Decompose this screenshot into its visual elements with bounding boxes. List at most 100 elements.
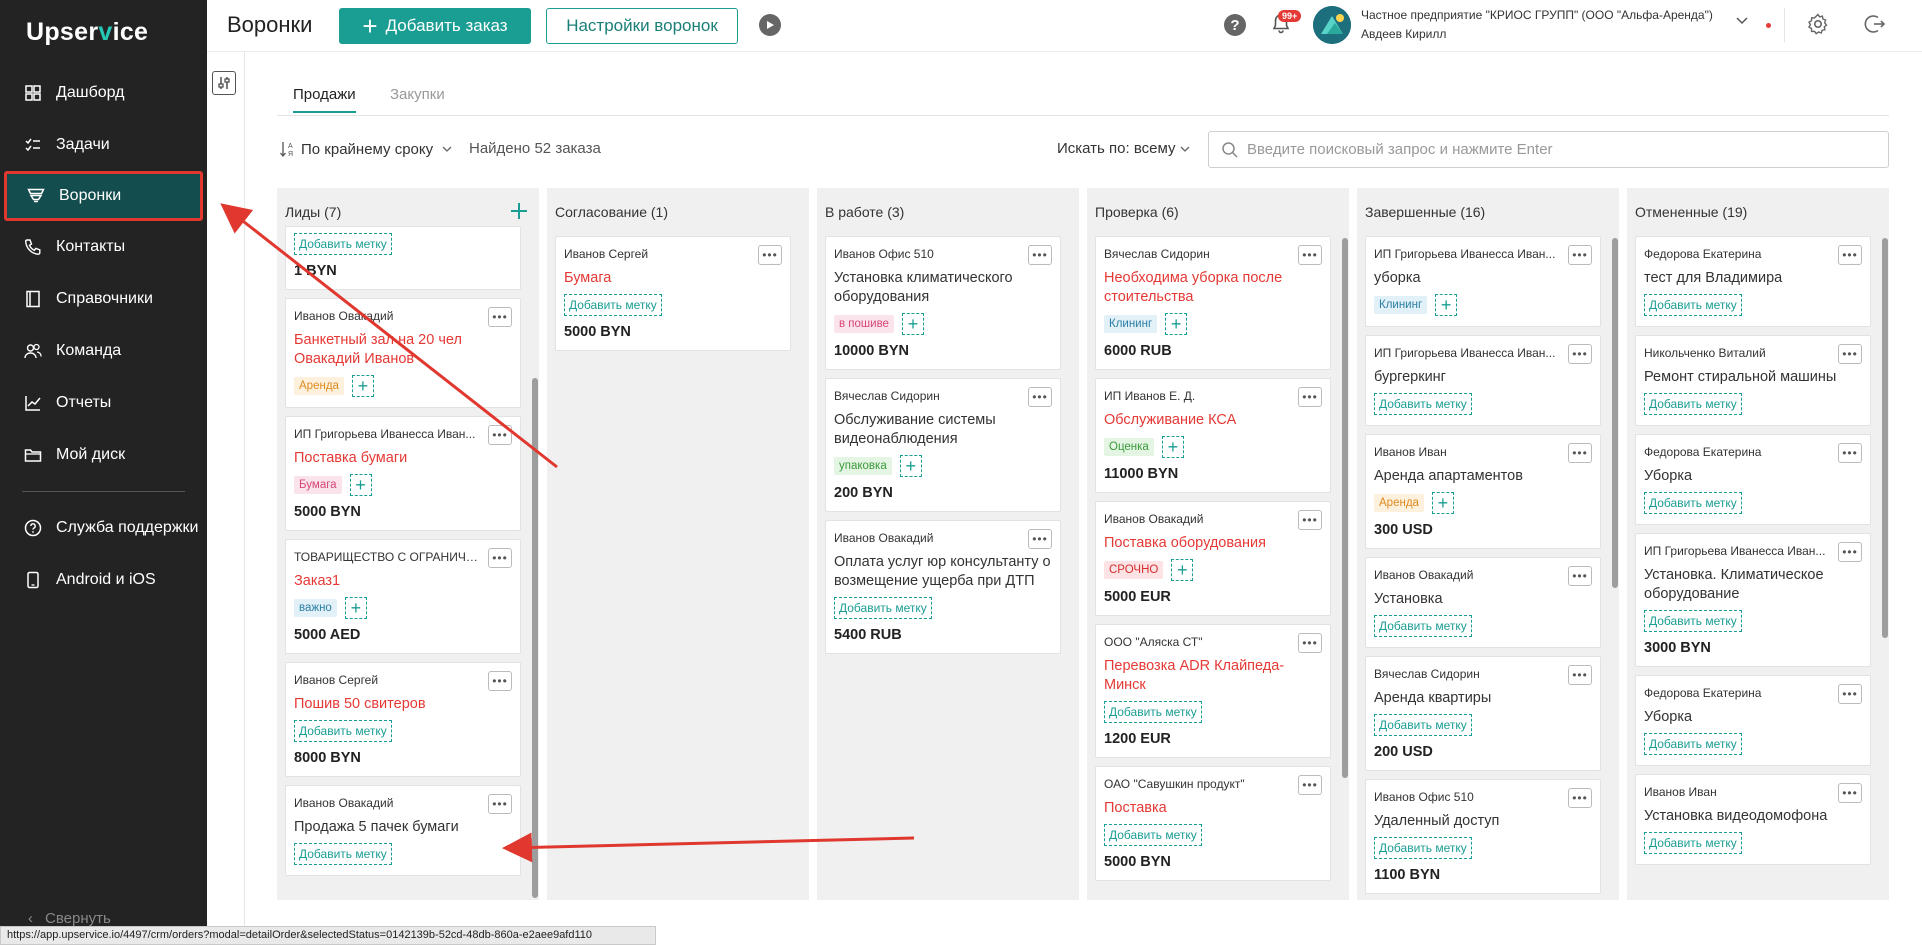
more-options-button[interactable]: ••• xyxy=(488,794,512,814)
more-options-button[interactable]: ••• xyxy=(1568,566,1592,586)
sidebar-item-folder[interactable]: Мой диск xyxy=(0,429,207,481)
add-label-button[interactable]: Добавить метку xyxy=(1374,393,1472,415)
more-options-button[interactable]: ••• xyxy=(1838,542,1862,562)
sidebar-item-phone[interactable]: Контакты xyxy=(0,221,207,273)
add-tag-icon[interactable]: + xyxy=(1165,313,1188,335)
card-title[interactable]: бургеркинг xyxy=(1374,368,1592,387)
order-card[interactable]: ИП Григорьева Иванесса Иван... ••• Установ… xyxy=(1635,533,1871,667)
column-scrollbar[interactable] xyxy=(532,378,538,898)
card-title[interactable]: Продажа 5 пачек бумаги xyxy=(294,818,512,837)
card-tag[interactable]: важно xyxy=(294,599,337,617)
column-scrollbar[interactable] xyxy=(1342,238,1348,778)
card-title[interactable]: Перевозка ADR Клайпеда-Минск xyxy=(1104,657,1322,695)
card-title[interactable]: Уборка xyxy=(1644,708,1862,727)
more-options-button[interactable]: ••• xyxy=(1028,529,1052,549)
search-input[interactable] xyxy=(1247,141,1847,158)
column-scrollbar[interactable] xyxy=(1882,238,1888,638)
card-tag[interactable]: СРОЧНО xyxy=(1104,561,1164,579)
card-title[interactable]: Установка. Климатическое оборудование xyxy=(1644,566,1862,604)
add-card-icon[interactable] xyxy=(509,201,529,221)
card-tag[interactable]: Оценка xyxy=(1104,438,1154,456)
chevron-down-icon[interactable] xyxy=(1735,14,1749,28)
order-card[interactable]: Никольченко Виталий ••• Ремонт стиральной … xyxy=(1635,335,1871,426)
card-tag[interactable]: Клининг xyxy=(1104,315,1158,333)
add-label-button[interactable]: Добавить метку xyxy=(1374,837,1472,859)
column-scrollbar[interactable] xyxy=(1612,238,1618,588)
card-title[interactable]: Обслуживание КСА xyxy=(1104,411,1322,430)
search-box[interactable] xyxy=(1208,131,1889,168)
order-card[interactable]: ОАО "Савушкин продукт" ••• Поставка Добавит… xyxy=(1095,766,1331,881)
sidebar-item-tasks[interactable]: Задачи xyxy=(0,119,207,171)
order-card[interactable]: Иванов Овакадий ••• Продажа 5 пачек бумаги… xyxy=(285,785,521,876)
add-tag-icon[interactable]: + xyxy=(349,474,372,496)
order-card[interactable]: Иванов Офис 510 ••• Удаленный доступ Добави… xyxy=(1365,779,1601,894)
sidebar-item-book[interactable]: Справочники xyxy=(0,273,207,325)
add-tag-icon[interactable]: + xyxy=(344,597,367,619)
card-title[interactable]: Поставка оборудования xyxy=(1104,534,1322,553)
add-tag-icon[interactable]: + xyxy=(901,313,924,335)
card-title[interactable]: Установка климатического оборудования xyxy=(834,269,1052,307)
sidebar-item-grid[interactable]: Дашборд xyxy=(0,67,207,119)
add-tag-icon[interactable]: + xyxy=(351,375,374,397)
card-tag[interactable]: Аренда xyxy=(1374,494,1424,512)
add-label-button[interactable]: Добавить метку xyxy=(1374,615,1472,637)
card-tag[interactable]: Аренда xyxy=(294,377,344,395)
more-options-button[interactable]: ••• xyxy=(1298,387,1322,407)
collapse-button[interactable]: ‹ Свернуть xyxy=(28,910,111,927)
order-card[interactable]: Иванов Иван ••• Аренда апартаментов Аренда +… xyxy=(1365,434,1601,549)
add-label-button[interactable]: Добавить метку xyxy=(1104,701,1202,723)
more-options-button[interactable]: ••• xyxy=(1568,344,1592,364)
order-card[interactable]: ТОВАРИЩЕСТВО С ОГРАНИЧЕ... ••• Заказ1 важно… xyxy=(285,539,521,654)
order-card[interactable]: ИП Григорьева Иванесса Иван... ••• Поставк… xyxy=(285,416,521,531)
order-card[interactable]: Федорова Екатерина ••• Уборка Добавить метк… xyxy=(1635,675,1871,766)
card-title[interactable]: Необходима уборка после стоительства xyxy=(1104,269,1322,307)
card-title[interactable]: Аренда квартиры xyxy=(1374,689,1592,708)
order-card[interactable]: Федорова Екатерина ••• Уборка Добавить метк… xyxy=(1635,434,1871,525)
card-tag[interactable]: упаковка xyxy=(834,457,892,475)
sidebar-item-help-circle[interactable]: Служба поддержки xyxy=(0,502,207,554)
order-card[interactable]: Иванов Офис 510 ••• Установка климатическо… xyxy=(825,236,1061,370)
card-title[interactable]: Уборка xyxy=(1644,467,1862,486)
order-card[interactable]: Вячеслав Сидорин ••• Обслуживание системы … xyxy=(825,378,1061,512)
add-order-button[interactable]: + Добавить заказ xyxy=(339,8,531,44)
order-card[interactable]: ИП Григорьева Иванесса Иван... ••• бургерк… xyxy=(1365,335,1601,426)
card-title[interactable]: Поставка xyxy=(1104,799,1322,818)
sidebar-item-funnel[interactable]: Воронки xyxy=(4,171,203,221)
card-tag[interactable]: в пошиве xyxy=(834,315,894,333)
add-label-button[interactable]: Добавить метку xyxy=(294,233,392,255)
more-options-button[interactable]: ••• xyxy=(1568,665,1592,685)
filter-toggle-button[interactable] xyxy=(212,71,236,95)
add-label-button[interactable]: Добавить метку xyxy=(1644,492,1742,514)
add-label-button[interactable]: Добавить метку xyxy=(1374,714,1472,736)
card-title[interactable]: Поставка бумаги xyxy=(294,449,512,468)
more-options-button[interactable]: ••• xyxy=(1298,245,1322,265)
more-options-button[interactable]: ••• xyxy=(488,425,512,445)
more-options-button[interactable]: ••• xyxy=(488,307,512,327)
more-options-button[interactable]: ••• xyxy=(1838,684,1862,704)
card-title[interactable]: Оплата услуг юр консультанту о возмещени… xyxy=(834,553,1052,591)
add-tag-icon[interactable]: + xyxy=(1161,436,1184,458)
add-label-button[interactable]: Добавить метку xyxy=(294,843,392,865)
card-tag[interactable]: Бумага xyxy=(294,476,342,494)
gear-icon[interactable] xyxy=(1806,12,1830,36)
add-label-button[interactable]: Добавить метку xyxy=(1104,824,1202,846)
more-options-button[interactable]: ••• xyxy=(1568,443,1592,463)
card-title[interactable]: Установка видеодомофона xyxy=(1644,807,1862,826)
add-tag-icon[interactable]: + xyxy=(1431,492,1454,514)
card-title[interactable]: уборка xyxy=(1374,269,1592,288)
more-options-button[interactable]: ••• xyxy=(758,245,782,265)
order-card[interactable]: ИП Григорьева Иванесса Иван... ••• уборка К… xyxy=(1365,236,1601,327)
sidebar-item-mobile[interactable]: Android и iOS xyxy=(0,554,207,606)
order-card[interactable]: Федорова Екатерина ••• тест для Владимира Д… xyxy=(1635,236,1871,327)
add-label-button[interactable]: Добавить метку xyxy=(1644,294,1742,316)
add-label-button[interactable]: Добавить метку xyxy=(1644,610,1742,632)
sidebar-item-chart[interactable]: Отчеты xyxy=(0,377,207,429)
add-label-button[interactable]: Добавить метку xyxy=(564,294,662,316)
order-card[interactable]: Иванов Овакадий ••• Поставка оборудования С… xyxy=(1095,501,1331,616)
order-card[interactable]: Иванов Иван ••• Установка видеодомофона Доб… xyxy=(1635,774,1871,865)
card-title[interactable]: Удаленный доступ xyxy=(1374,812,1592,831)
order-card[interactable]: Иванов Овакадий ••• Банкетный зал на 20 че… xyxy=(285,298,521,408)
add-tag-icon[interactable]: + xyxy=(1171,559,1194,581)
funnel-settings-button[interactable]: Настройки воронок xyxy=(546,8,738,44)
order-card[interactable]: Вячеслав Сидорин ••• Аренда квартиры Добави… xyxy=(1365,656,1601,771)
